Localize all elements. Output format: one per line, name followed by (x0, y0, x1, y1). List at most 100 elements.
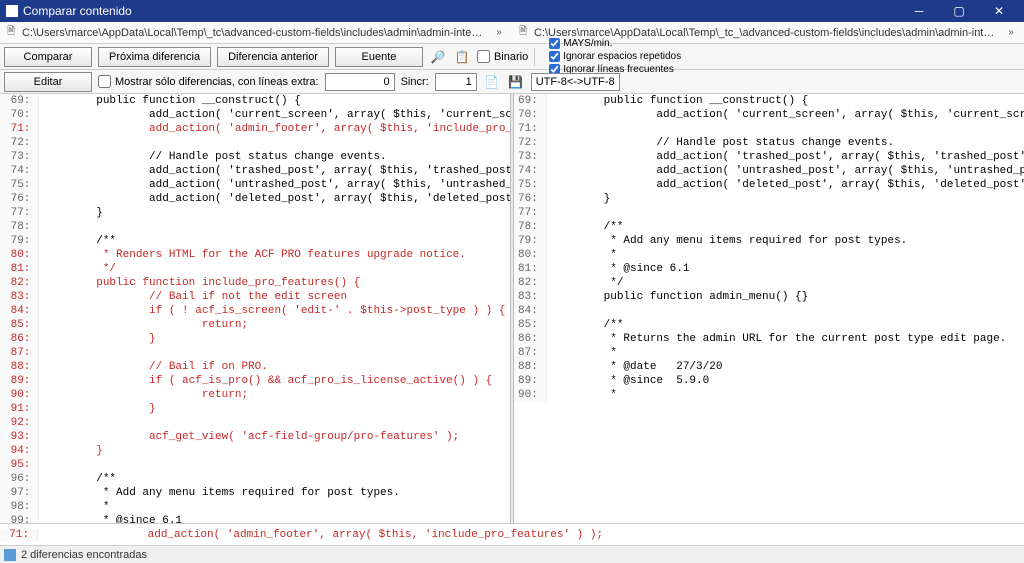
encoding-selector[interactable]: UTF-8<->UTF-8 (531, 73, 620, 91)
code-line: 97: * Add any menu items required for po… (0, 486, 510, 500)
binary-check-input[interactable] (477, 50, 490, 63)
line-number: 73: (0, 150, 39, 164)
prev-diff-button[interactable]: Diferencia anterior (217, 47, 329, 67)
code-line: 88: * @date 27/3/20 (514, 360, 1024, 374)
file-icon: 🗎 (516, 26, 530, 40)
status-text: 2 diferencias encontradas (21, 549, 147, 561)
binoculars-icon[interactable]: 🔎 (429, 48, 447, 66)
line-number: 72: (0, 136, 39, 150)
code-line: 75: add_action( 'untrashed_post', array(… (0, 178, 510, 192)
ignore-spaces-checkbox[interactable]: Ignorar espacios repetidos (549, 50, 681, 63)
code-text: * @since 5.9.0 (546, 374, 1024, 388)
line-number: 98: (0, 500, 39, 514)
line-number: 88: (514, 360, 546, 374)
code-text: add_action( 'admin_footer', array( $this… (39, 122, 510, 136)
ignore-spaces-input[interactable] (549, 51, 560, 62)
right-code-pane[interactable]: 69: public function __construct() {70: a… (514, 94, 1024, 523)
line-number: 76: (0, 192, 39, 206)
code-line: 88: // Bail if on PRO. (0, 360, 510, 374)
code-text: add_action( 'untrashed_post', array( $th… (546, 164, 1024, 178)
line-number: 86: (514, 332, 546, 346)
sync-input[interactable] (435, 73, 477, 91)
file-path-bar: 🗎 C:\Users\marce\AppData\Local\Temp\_tc\… (0, 22, 1024, 44)
code-text: /** (39, 472, 510, 486)
page-icon[interactable]: 📄 (483, 73, 501, 91)
code-text (39, 220, 510, 234)
maximize-button[interactable]: ▢ (940, 0, 978, 22)
font-button[interactable]: Euente (335, 47, 423, 67)
code-line: 86: } (0, 332, 510, 346)
line-number: 78: (0, 220, 39, 234)
line-number: 71: (514, 122, 546, 136)
show-only-diffs-checkbox[interactable]: Mostrar sólo diferencias, con líneas ext… (98, 75, 319, 88)
code-line: 95: (0, 458, 510, 472)
compare-button[interactable]: Comparar (4, 47, 92, 67)
code-line: 86: * Returns the admin URL for the curr… (514, 332, 1024, 346)
line-number: 95: (0, 458, 39, 472)
line-number: 99: (0, 514, 39, 523)
code-text: public function admin_menu() {} (546, 290, 1024, 304)
code-text: add_action( 'untrashed_post', array( $th… (39, 178, 510, 192)
line-number: 85: (514, 318, 546, 332)
code-line: 75: add_action( 'deleted_post', array( $… (514, 178, 1024, 192)
code-text: * (39, 500, 510, 514)
code-line: 70: add_action( 'current_screen', array(… (0, 108, 510, 122)
code-text: public function __construct() { (39, 94, 510, 108)
edit-button[interactable]: Editar (4, 72, 92, 92)
code-line: 73: add_action( 'trashed_post', array( $… (514, 150, 1024, 164)
status-icon (4, 549, 16, 561)
code-line: 77: (514, 206, 1024, 220)
code-text: // Bail if not the edit screen (39, 290, 510, 304)
code-text: if ( acf_is_pro() && acf_pro_is_license_… (39, 374, 510, 388)
code-text: * @date 27/3/20 (546, 360, 1024, 374)
save-icon[interactable]: 💾 (507, 73, 525, 91)
toolbar-row-2: Editar Mostrar sólo diferencias, con lín… (0, 70, 1024, 94)
case-checkbox[interactable]: MAYS/min. (549, 37, 681, 50)
code-text: * (546, 248, 1024, 262)
code-text: add_action( 'trashed_post', array( $this… (546, 150, 1024, 164)
line-number: 80: (0, 248, 39, 262)
show-only-diffs-input[interactable] (98, 75, 111, 88)
case-check-input[interactable] (549, 38, 560, 49)
code-text (546, 206, 1024, 220)
show-only-diffs-label: Mostrar sólo diferencias, con líneas ext… (115, 76, 319, 88)
binary-checkbox[interactable]: Binario (477, 50, 528, 63)
left-path-text: C:\Users\marce\AppData\Local\Temp\_tc\ad… (22, 27, 486, 39)
line-number: 81: (514, 262, 546, 276)
left-code-pane[interactable]: 69: public function __construct() {70: a… (0, 94, 510, 523)
path-arrow-right-icon[interactable]: » (490, 27, 508, 38)
line-number: 73: (514, 150, 546, 164)
code-text: add_action( 'trashed_post', array( $this… (39, 164, 510, 178)
code-line: 71: (514, 122, 1024, 136)
code-text: /** (39, 234, 510, 248)
line-number: 80: (514, 248, 546, 262)
path-arrow-right-icon[interactable]: » (1002, 27, 1020, 38)
code-text: } (546, 192, 1024, 206)
line-number: 76: (514, 192, 546, 206)
status-bar: 2 diferencias encontradas (0, 545, 1024, 563)
code-text: /** (546, 318, 1024, 332)
minimize-button[interactable]: ─ (900, 0, 938, 22)
code-line: 78: (0, 220, 510, 234)
code-line: 90: * (514, 388, 1024, 402)
code-text (546, 304, 1024, 318)
code-text: // Bail if on PRO. (39, 360, 510, 374)
code-line: 74: add_action( 'trashed_post', array( $… (0, 164, 510, 178)
code-text: public function __construct() { (546, 94, 1024, 108)
code-line: 99: * @since 6.1 (0, 514, 510, 523)
code-line: 87: (0, 346, 510, 360)
extra-lines-input[interactable] (325, 73, 395, 91)
code-line: 72: // Handle post status change events. (514, 136, 1024, 150)
code-line: 70: add_action( 'current_screen', array(… (514, 108, 1024, 122)
close-button[interactable]: ✕ (980, 0, 1018, 22)
line-number: 88: (0, 360, 39, 374)
code-line: 79: * Add any menu items required for po… (514, 234, 1024, 248)
next-diff-button[interactable]: Próxima diferencia (98, 47, 211, 67)
title-text: Comparar contenido (23, 4, 132, 18)
line-number: 93: (0, 430, 39, 444)
line-number: 89: (0, 374, 39, 388)
code-text: acf_get_view( 'acf-field-group/pro-featu… (39, 430, 510, 444)
copy-icon[interactable]: 📋 (453, 48, 471, 66)
line-number: 94: (0, 444, 39, 458)
code-text: return; (39, 318, 510, 332)
